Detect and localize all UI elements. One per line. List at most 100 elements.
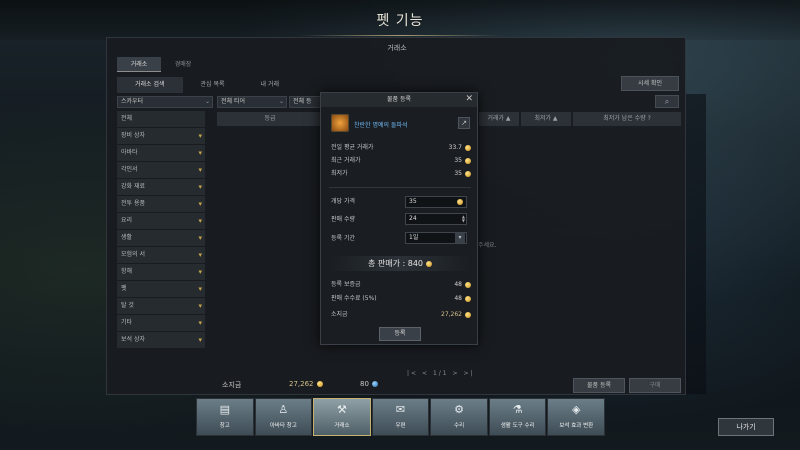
chevron-down-icon: ⌄ bbox=[278, 98, 284, 105]
category-item[interactable]: 기타 ▾ bbox=[117, 315, 205, 331]
quantity-stepper[interactable]: 24 ▲ ▼ bbox=[405, 213, 467, 225]
category-label: 생활 bbox=[121, 234, 133, 241]
fee-value: 48 bbox=[454, 294, 471, 304]
category-label: 각인서 bbox=[121, 166, 138, 173]
category-label: 아바타 bbox=[121, 149, 138, 156]
gold-coin-icon bbox=[465, 170, 471, 177]
hint-text: 주세요. bbox=[478, 242, 497, 249]
column-lowest[interactable]: 최저가 ▲ bbox=[521, 112, 571, 126]
dialog-gold-label: 소지금 bbox=[331, 311, 348, 318]
chevron-down-icon: ▾ bbox=[198, 336, 202, 344]
gold-coin-icon bbox=[465, 157, 471, 164]
gold-coin-icon bbox=[465, 144, 471, 151]
chevron-down-icon: ▾ bbox=[198, 285, 202, 293]
tab-exchange[interactable]: 거래소 bbox=[117, 57, 161, 72]
chevron-down-icon: ▾ bbox=[198, 268, 202, 276]
exit-button[interactable]: 나가기 bbox=[718, 418, 774, 436]
column-grade[interactable]: 등급 bbox=[217, 112, 323, 126]
tab-auction[interactable]: 경매장 bbox=[161, 57, 205, 72]
subtab-my-trades[interactable]: 내 거래 bbox=[243, 77, 297, 93]
dock-storage-button[interactable]: ▤ 창고 bbox=[196, 398, 254, 436]
register-item-button[interactable]: 물품 등록 bbox=[573, 378, 625, 393]
subtab-search[interactable]: 거래소 검색 bbox=[117, 77, 183, 93]
column-remaining[interactable]: 최저가 남은 수량 ? bbox=[573, 112, 681, 126]
unit-price-input[interactable]: 35 bbox=[405, 196, 467, 208]
chevron-down-icon: ▾ bbox=[198, 319, 202, 327]
gold-coin-icon bbox=[465, 295, 471, 302]
category-item[interactable]: 생활 ▾ bbox=[117, 230, 205, 246]
register-dialog: 물품 등록 ✕ 찬란한 명예의 돌파석 ↗ 전일 평균 거래가 33.7 최근 거… bbox=[320, 92, 478, 345]
category-item[interactable]: 전체 bbox=[117, 111, 205, 127]
chevron-down-icon: ▾ bbox=[198, 234, 202, 242]
main-tabs: 거래소 경매장 bbox=[117, 57, 205, 72]
category-label: 보석 상자 bbox=[121, 336, 145, 343]
dock-gem-convert-button[interactable]: ◈ 보석 효과 변환 bbox=[547, 398, 606, 436]
category-item[interactable]: 강화 재료 ▾ bbox=[117, 179, 205, 195]
category-item[interactable]: 펫 ▾ bbox=[117, 281, 205, 297]
grade-filter-value: 전체 등 bbox=[293, 98, 312, 105]
chevron-down-icon: ▾ bbox=[198, 132, 202, 140]
dock-exchange-button[interactable]: ⚒ 거래소 bbox=[313, 398, 371, 436]
subtab-watchlist[interactable]: 관심 목록 bbox=[183, 77, 243, 93]
category-item[interactable]: 보석 상자 ▾ bbox=[117, 332, 205, 348]
category-label: 모험의 서 bbox=[121, 251, 145, 258]
dock-repair-button[interactable]: ⚙ 수리 bbox=[430, 398, 488, 436]
dock-tool-repair-button[interactable]: ⚗ 생활 도구 수리 bbox=[488, 398, 547, 436]
recent-price-amount: 35 bbox=[454, 157, 462, 164]
tool-repair-icon: ⚗ bbox=[512, 403, 523, 416]
stepper-icon[interactable]: ▲ ▼ bbox=[462, 215, 465, 223]
category-item[interactable]: 요리 ▾ bbox=[117, 213, 205, 229]
prev-page-icon[interactable]: < bbox=[422, 370, 429, 377]
register-button[interactable]: 등록 bbox=[379, 327, 421, 341]
dialog-gold-amount: 27,262 bbox=[441, 311, 462, 318]
first-page-icon[interactable]: |< bbox=[407, 370, 418, 377]
category-label: 항해 bbox=[121, 268, 133, 275]
avg-price-row: 전일 평균 거래가 33.7 bbox=[331, 143, 471, 153]
category-item[interactable]: 아바타 ▾ bbox=[117, 145, 205, 161]
category-item[interactable]: 장비 상자 ▾ bbox=[117, 128, 205, 144]
search-button[interactable]: ⌕ bbox=[655, 95, 679, 108]
category-label: 장비 상자 bbox=[121, 132, 145, 139]
dock-avatar-storage-button[interactable]: ♙ 아바타 창고 bbox=[254, 398, 313, 436]
category-item[interactable]: 탈 것 ▾ bbox=[117, 298, 205, 314]
page-number: 1/1 bbox=[432, 370, 449, 377]
category-label: 전체 bbox=[121, 115, 133, 122]
total-price: 총 판매가 : 840 bbox=[329, 256, 471, 271]
recent-price-label: 최근 거래가 bbox=[331, 157, 361, 164]
market-price-button[interactable]: 시세 확인 bbox=[621, 76, 679, 91]
tier-filter[interactable]: 전체 티어 ⌄ bbox=[217, 96, 287, 108]
column-price[interactable]: 거래가 ▲ bbox=[479, 112, 519, 126]
category-select-value: 스카우터 bbox=[121, 98, 144, 105]
dock-label: 우편 bbox=[395, 423, 406, 429]
divider bbox=[329, 187, 471, 188]
fee-label: 판매 수수료 (5%) bbox=[331, 295, 377, 302]
period-value: 1일 bbox=[409, 234, 419, 241]
sub-tabs: 거래소 검색 관심 목록 내 거래 bbox=[117, 77, 297, 93]
chevron-down-icon: ▾ bbox=[455, 233, 465, 243]
category-label: 탈 것 bbox=[121, 302, 134, 309]
next-page-icon[interactable]: > bbox=[453, 370, 460, 377]
share-icon[interactable]: ↗ bbox=[458, 117, 470, 129]
gold-coin-icon bbox=[465, 281, 471, 288]
deposit-label: 등록 보증금 bbox=[331, 281, 361, 288]
buy-button[interactable]: 구매 bbox=[629, 378, 681, 393]
search-icon: ⌕ bbox=[664, 97, 670, 106]
category-item[interactable]: 전투 용품 ▾ bbox=[117, 196, 205, 212]
category-label: 요리 bbox=[121, 217, 133, 224]
dock-label: 창고 bbox=[219, 423, 230, 429]
dialog-title: 물품 등록 bbox=[321, 93, 477, 107]
side-panel bbox=[686, 94, 706, 394]
category-item[interactable]: 모험의 서 ▾ bbox=[117, 247, 205, 263]
dock-mail-button[interactable]: ✉ 우편 bbox=[371, 398, 430, 436]
column-remaining-label: 최저가 남은 수량 bbox=[603, 115, 646, 122]
dialog-gold-value: 27,262 bbox=[441, 310, 471, 320]
last-page-icon[interactable]: >| bbox=[463, 370, 474, 377]
footer-gold-value: 27,262 bbox=[289, 380, 323, 388]
period-select[interactable]: 1일 ▾ bbox=[405, 232, 467, 244]
category-item[interactable]: 항해 ▾ bbox=[117, 264, 205, 280]
close-icon[interactable]: ✕ bbox=[465, 94, 473, 104]
category-select[interactable]: 스카우터 ⌄ bbox=[117, 96, 213, 108]
fee-amount: 48 bbox=[454, 295, 462, 302]
category-item[interactable]: 각인서 ▾ bbox=[117, 162, 205, 178]
lowest-price-value: 35 bbox=[454, 169, 471, 179]
